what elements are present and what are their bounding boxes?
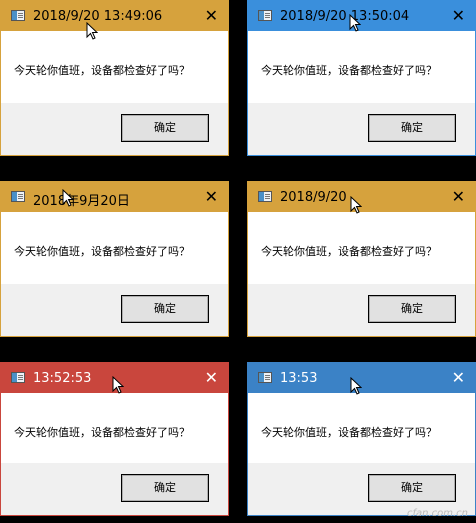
button-area: 确定: [1, 463, 228, 515]
window-title: 13:53: [280, 371, 318, 386]
app-icon: [258, 10, 272, 21]
watermark: cfan.com.cn: [406, 508, 468, 519]
close-icon[interactable]: ✕: [205, 6, 218, 26]
app-icon: [258, 191, 272, 202]
button-area: 确定: [1, 103, 228, 155]
dialog-2: 2018/9/20 13:50:04 ✕ 今天轮你值班，设备都检查好了吗？ 确定: [247, 0, 476, 156]
mouse-cursor-icon: [349, 14, 361, 32]
window-title: 2018/9/20 13:50:04: [280, 9, 410, 24]
message-text: 今天轮你值班，设备都检查好了吗？: [14, 64, 190, 77]
close-icon[interactable]: ✕: [452, 6, 465, 26]
ok-button[interactable]: 确定: [121, 114, 209, 142]
close-icon[interactable]: ✕: [452, 368, 465, 388]
message-text: 今天轮你值班，设备都检查好了吗？: [14, 245, 190, 258]
mouse-cursor-icon: [112, 376, 124, 394]
ok-button[interactable]: 确定: [368, 114, 456, 142]
ok-button[interactable]: 确定: [121, 295, 209, 323]
message-text: 今天轮你值班，设备都检查好了吗？: [261, 64, 437, 77]
button-area: 确定: [248, 284, 475, 336]
app-icon: [11, 372, 25, 383]
dialog-3: 2018年9月20日 ✕ 今天轮你值班，设备都检查好了吗？ 确定: [0, 181, 229, 337]
message-text: 今天轮你值班，设备都检查好了吗？: [14, 426, 190, 439]
dialog-1: 2018/9/20 13:49:06 ✕ 今天轮你值班，设备都检查好了吗？ 确定: [0, 0, 229, 156]
mouse-cursor-icon: [350, 377, 362, 395]
title-bar: 2018/9/20 13:50:04 ✕: [248, 1, 475, 31]
message-text: 今天轮你值班，设备都检查好了吗？: [261, 245, 437, 258]
window-title: 13:52:53: [33, 371, 92, 386]
window-title: 2018年9月20日: [33, 194, 130, 209]
close-icon[interactable]: ✕: [205, 368, 218, 388]
ok-button[interactable]: 确定: [368, 474, 456, 502]
mouse-cursor-icon: [62, 189, 74, 207]
mouse-cursor-icon: [350, 196, 362, 214]
button-area: 确定: [1, 284, 228, 336]
ok-button[interactable]: 确定: [121, 474, 209, 502]
app-icon: [258, 372, 272, 383]
message-text: 今天轮你值班，设备都检查好了吗？: [261, 426, 437, 439]
close-icon[interactable]: ✕: [205, 187, 218, 207]
app-icon: [11, 10, 25, 21]
ok-button[interactable]: 确定: [368, 295, 456, 323]
mouse-cursor-icon: [86, 22, 98, 40]
window-title: 2018/9/20: [280, 190, 347, 205]
title-bar: 2018年9月20日 ✕: [1, 182, 228, 212]
title-bar: 2018/9/20 13:49:06 ✕: [1, 1, 228, 31]
close-icon[interactable]: ✕: [452, 187, 465, 207]
app-icon: [11, 191, 25, 202]
button-area: 确定: [248, 103, 475, 155]
